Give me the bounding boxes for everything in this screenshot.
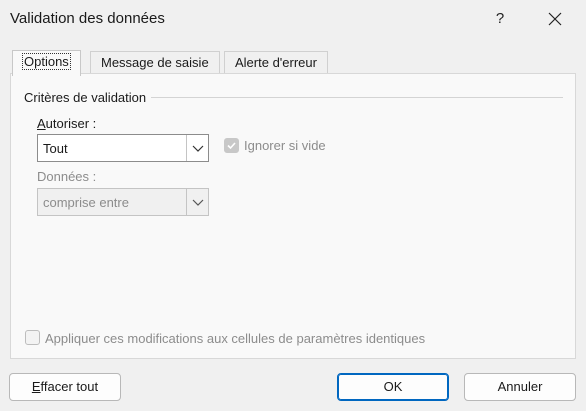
clear-all-label: ffacer tout (40, 379, 99, 394)
data-label: Données : (37, 169, 97, 184)
allow-label: Autoriser : (37, 116, 96, 131)
allow-select-value: Tout (43, 141, 68, 156)
group-title: Critères de validation (24, 90, 147, 105)
title-bar: Validation des données ? (0, 0, 586, 38)
cancel-button[interactable]: Annuler (464, 373, 576, 401)
chevron-down-icon (192, 199, 204, 206)
tab-options-label: Options (22, 53, 71, 70)
window-title: Validation des données (10, 10, 165, 27)
allow-select[interactable]: Tout (37, 134, 209, 162)
apply-all-label: Appliquer ces modifications aux cellules… (45, 331, 426, 346)
allow-label-accesskey: A (37, 116, 46, 131)
chevron-down-icon (192, 145, 204, 152)
clear-all-accesskey: E (31, 379, 41, 394)
options-panel: Critères de validation Autoriser : Tout … (10, 73, 576, 359)
tab-error-alert-label: Alerte d'erreur (235, 55, 317, 70)
ignore-blank-label: Ignorer si vide (244, 138, 326, 153)
data-select[interactable]: comprise entre (37, 188, 209, 216)
tab-input-message[interactable]: Message de saisie (90, 51, 220, 75)
group-divider (151, 97, 563, 98)
help-button[interactable]: ? (486, 4, 514, 34)
checkmark-icon (227, 142, 236, 150)
allow-dropdown-button[interactable] (186, 135, 208, 161)
ignore-blank-checkbox[interactable] (224, 138, 239, 153)
ok-button[interactable]: OK (337, 373, 449, 401)
clear-all-button[interactable]: Effacer tout (9, 373, 121, 401)
close-button[interactable] (540, 4, 570, 34)
tab-input-message-label: Message de saisie (101, 55, 209, 70)
data-dropdown-button[interactable] (186, 189, 208, 215)
tab-options[interactable]: Options (12, 50, 81, 76)
tab-error-alert[interactable]: Alerte d'erreur (224, 51, 328, 75)
allow-label-rest: utoriser : (45, 116, 97, 131)
data-select-value: comprise entre (43, 195, 129, 210)
close-icon (548, 12, 562, 26)
apply-all-checkbox[interactable] (25, 330, 40, 345)
